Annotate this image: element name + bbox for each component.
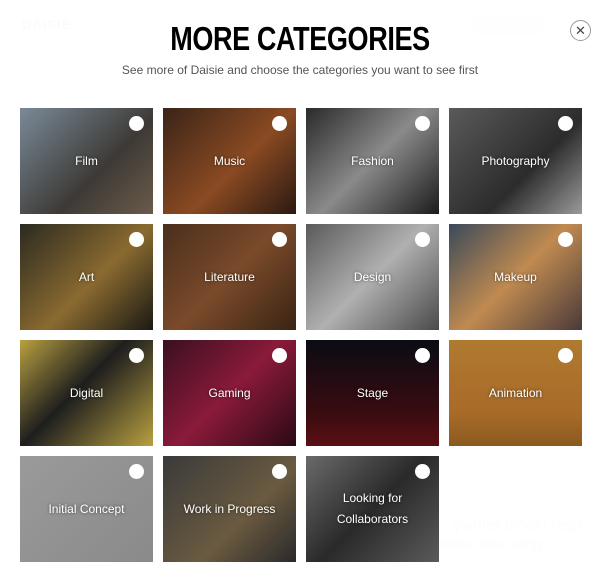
category-label: Digital [69, 385, 104, 400]
category-label: Design [353, 269, 392, 284]
close-icon: ✕ [575, 22, 586, 38]
select-checkbox[interactable] [558, 116, 573, 131]
category-grid: Film Music Fashion Photography Art Literature… [20, 108, 582, 562]
category-label: Photography [481, 153, 550, 168]
category-tile-animation[interactable]: Animation [449, 340, 582, 446]
select-checkbox[interactable] [415, 464, 430, 479]
category-label: Makeup [494, 269, 537, 284]
select-checkbox[interactable] [272, 232, 287, 247]
category-label: Fashion [351, 153, 394, 168]
category-tile-stage[interactable]: Stage [306, 340, 439, 446]
select-checkbox[interactable] [272, 348, 287, 363]
category-tile-work-in-progress[interactable]: Work in Progress [163, 456, 296, 562]
select-checkbox[interactable] [129, 116, 144, 131]
category-tile-design[interactable]: Design [306, 224, 439, 330]
category-tile-photography[interactable]: Photography [449, 108, 582, 214]
category-tile-fashion[interactable]: Fashion [306, 108, 439, 214]
select-checkbox[interactable] [415, 348, 430, 363]
category-tile-literature[interactable]: Literature [163, 224, 296, 330]
select-checkbox[interactable] [558, 348, 573, 363]
category-label: Initial Concept [48, 501, 125, 516]
category-label: Film [75, 153, 98, 168]
category-tile-music[interactable]: Music [163, 108, 296, 214]
category-tile-looking-for-collaborators[interactable]: Looking for Collaborators [306, 456, 439, 562]
category-label: Stage [356, 385, 389, 400]
category-tile-digital[interactable]: Digital [20, 340, 153, 446]
close-button[interactable]: ✕ [570, 20, 591, 41]
select-checkbox[interactable] [415, 232, 430, 247]
select-checkbox[interactable] [129, 232, 144, 247]
modal-title: MORE CATEGORIES [170, 20, 430, 57]
select-checkbox[interactable] [272, 464, 287, 479]
select-checkbox[interactable] [129, 464, 144, 479]
category-label: Gaming [208, 385, 251, 400]
select-checkbox[interactable] [558, 232, 573, 247]
category-tile-film[interactable]: Film [20, 108, 153, 214]
category-label: Art [78, 269, 95, 284]
category-label: Animation [488, 385, 543, 400]
modal-subtitle: See more of Daisie and choose the catego… [121, 63, 479, 77]
category-label: Music [213, 153, 246, 168]
category-tile-gaming[interactable]: Gaming [163, 340, 296, 446]
select-checkbox[interactable] [272, 116, 287, 131]
category-label: Work in Progress [183, 501, 276, 516]
category-label: Looking for Collaborators [336, 491, 409, 526]
category-tile-initial-concept[interactable]: Initial Concept [20, 456, 153, 562]
select-checkbox[interactable] [415, 116, 430, 131]
select-checkbox[interactable] [129, 348, 144, 363]
category-label: Literature [204, 269, 255, 284]
category-tile-makeup[interactable]: Makeup [449, 224, 582, 330]
category-tile-art[interactable]: Art [20, 224, 153, 330]
